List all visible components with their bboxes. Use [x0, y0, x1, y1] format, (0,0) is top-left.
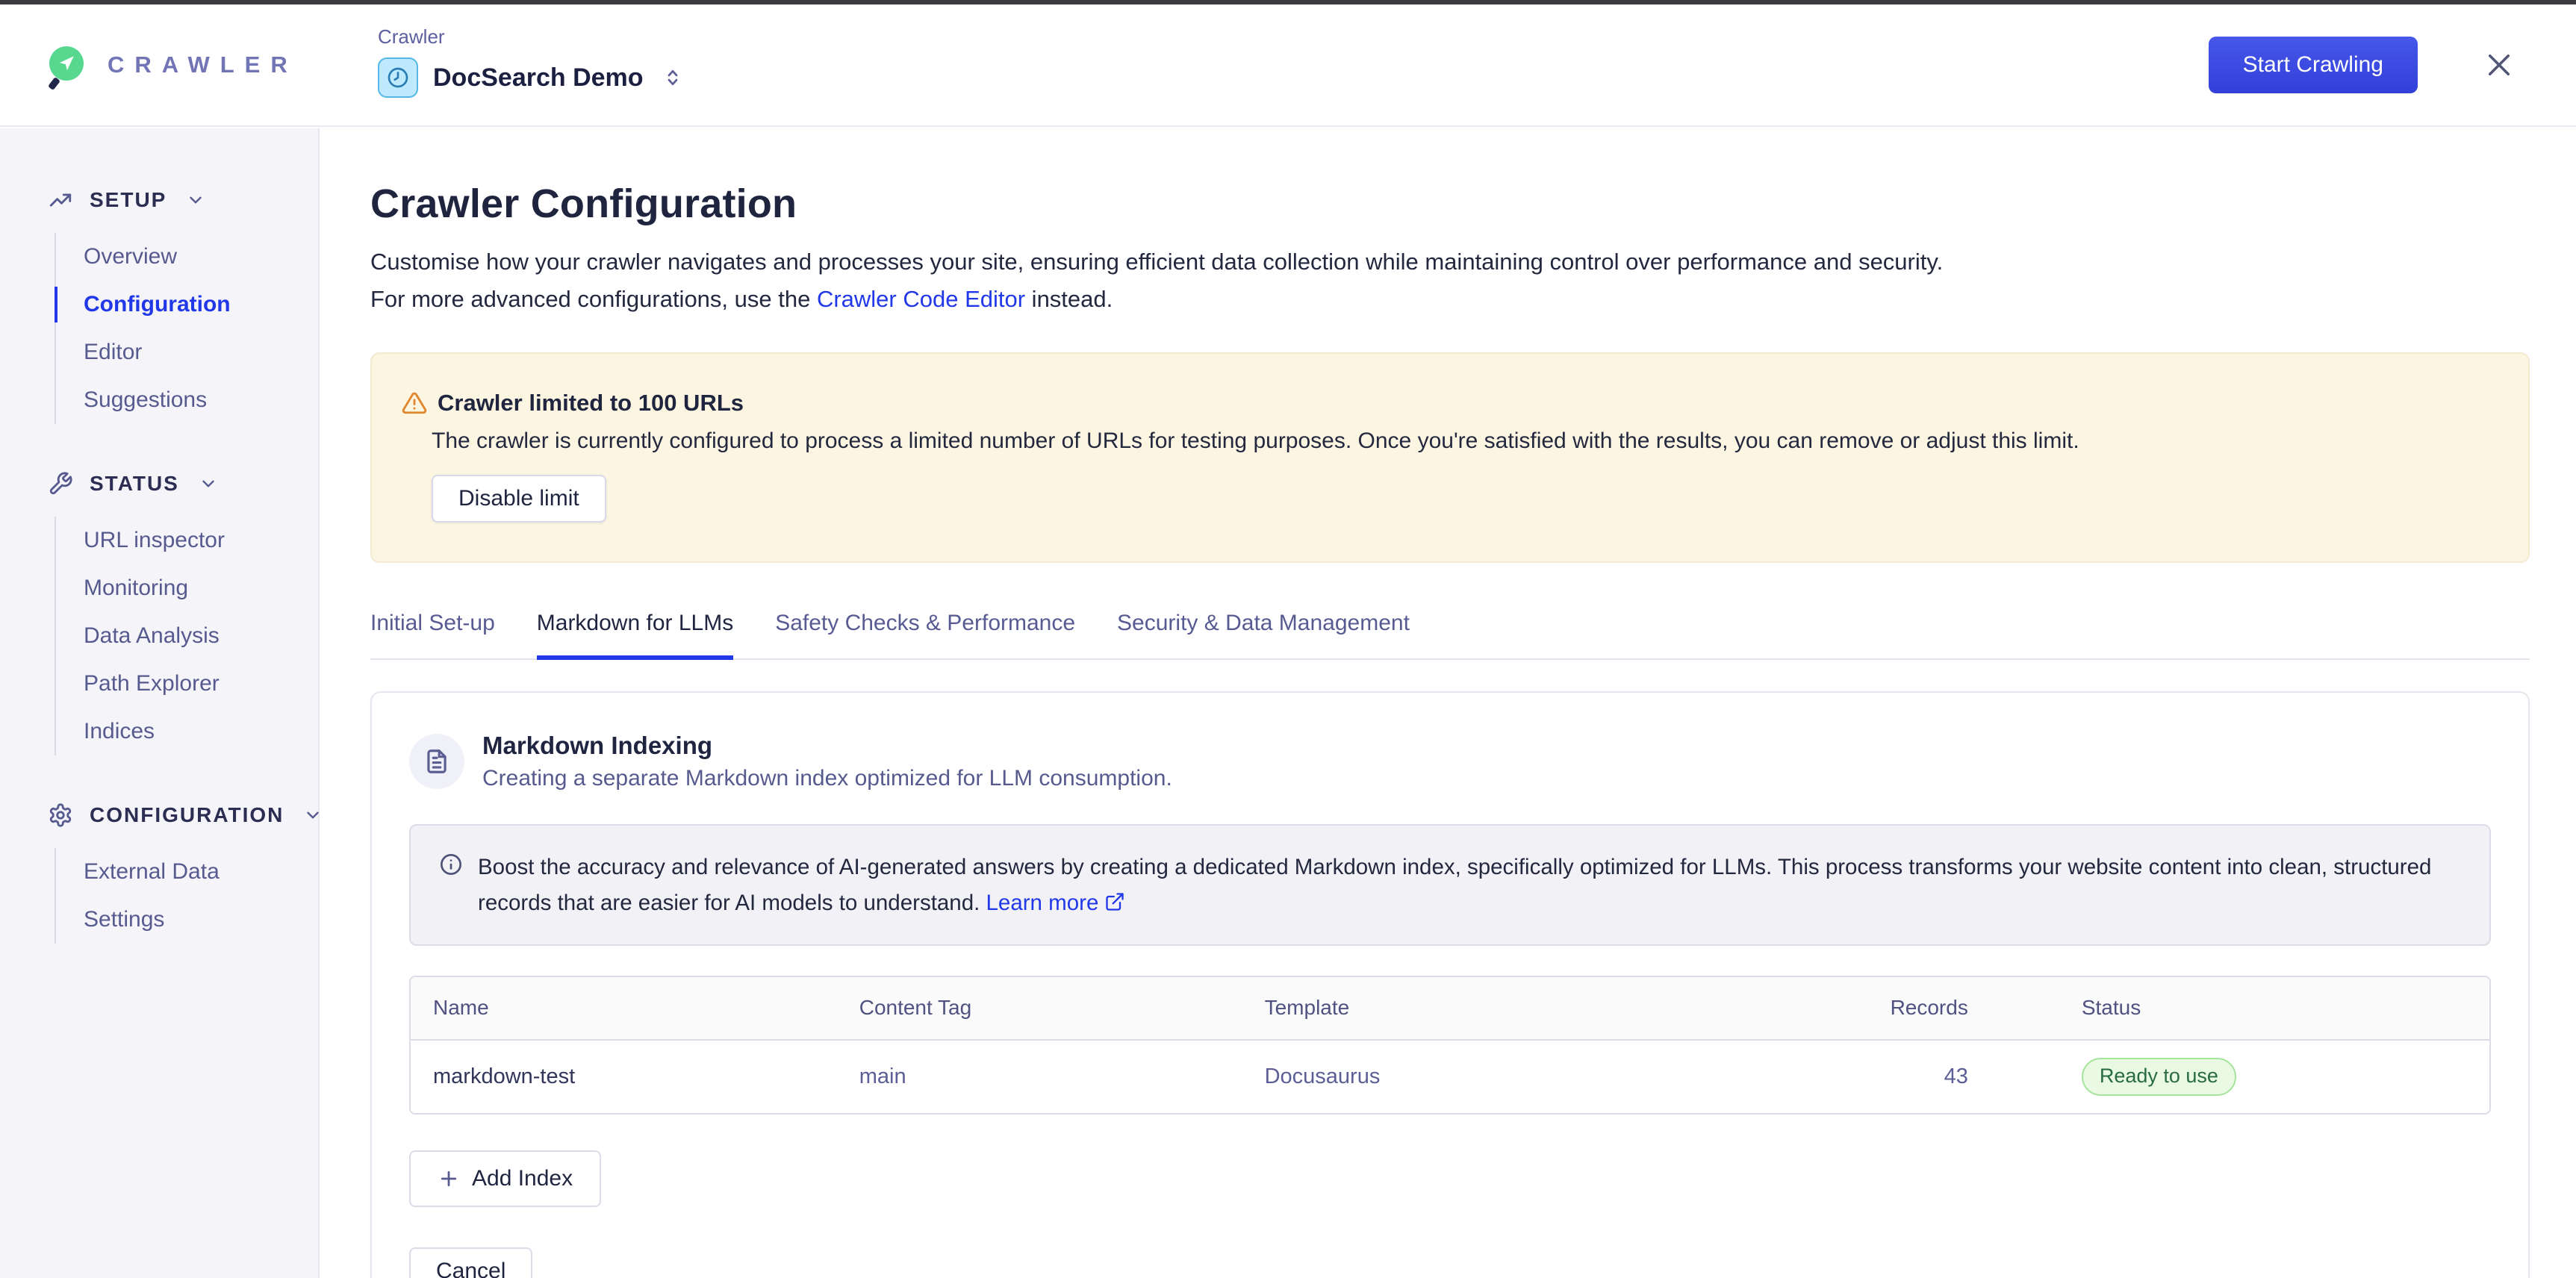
top-header: CRAWLER Crawler DocSearch Demo Start Cra… — [0, 4, 2576, 127]
tab-security-data-management[interactable]: Security & Data Management — [1117, 611, 1410, 658]
indexes-table: Name Content Tag Template Records Status… — [409, 976, 2491, 1115]
card-subtitle: Creating a separate Markdown index optim… — [482, 766, 1172, 791]
warning-triangle-icon — [402, 390, 427, 416]
status-badge: Ready to use — [2082, 1058, 2236, 1096]
sidebar-item-overview[interactable]: Overview — [84, 233, 318, 281]
cell-records: 43 — [1741, 1040, 1991, 1113]
column-status: Status — [1991, 977, 2489, 1040]
tab-initial-set-up[interactable]: Initial Set-up — [370, 611, 495, 658]
plus-icon — [438, 1168, 460, 1190]
logo-navigation-icon — [49, 46, 87, 84]
card-title: Markdown Indexing — [482, 732, 1172, 760]
tab-safety-checks-performance[interactable]: Safety Checks & Performance — [775, 611, 1075, 658]
sidebar-item-monitoring[interactable]: Monitoring — [84, 564, 318, 612]
sidebar-item-suggestions[interactable]: Suggestions — [84, 376, 318, 424]
chevrons-up-down-icon — [662, 66, 684, 89]
column-content-tag: Content Tag — [837, 977, 1242, 1040]
warning-body: The crawler is currently configured to p… — [432, 428, 2486, 454]
info-text: Boost the accuracy and relevance of AI-g… — [478, 850, 2461, 920]
learn-more-link[interactable]: Learn more — [986, 891, 1099, 915]
page-description-line2: For more advanced configurations, use th… — [370, 281, 2530, 318]
sidebar-section-setup-header[interactable]: SETUP — [48, 184, 318, 216]
chevron-down-icon — [303, 805, 323, 825]
warning-title: Crawler limited to 100 URLs — [438, 390, 744, 417]
page-title: Crawler Configuration — [370, 181, 2530, 227]
wrench-icon — [48, 471, 73, 496]
sidebar-item-external-data[interactable]: External Data — [84, 848, 318, 896]
gear-icon — [48, 802, 73, 828]
crawler-selector-label: Crawler — [378, 25, 684, 49]
sidebar-item-path-explorer[interactable]: Path Explorer — [84, 660, 318, 708]
disable-limit-button[interactable]: Disable limit — [432, 475, 606, 523]
add-index-button[interactable]: Add Index — [409, 1150, 601, 1207]
main-content: Crawler Configuration Customise how your… — [321, 128, 2576, 1278]
cell-content-tag: main — [837, 1040, 1242, 1113]
cancel-button[interactable]: Cancel — [409, 1247, 532, 1278]
crawler-selector[interactable]: Crawler DocSearch Demo — [378, 25, 684, 98]
sidebar-item-settings[interactable]: Settings — [84, 896, 318, 944]
clock-icon — [378, 57, 418, 98]
trending-up-icon — [48, 187, 73, 213]
crawler-selector-value: DocSearch Demo — [433, 63, 644, 93]
table-header-row: Name Content Tag Template Records Status — [411, 977, 2489, 1040]
close-icon[interactable] — [2483, 49, 2515, 81]
sidebar: SETUP Overview Configuration Editor Sugg… — [0, 128, 320, 1278]
cell-status: Ready to use — [1991, 1040, 2489, 1113]
sidebar-item-url-inspector[interactable]: URL inspector — [84, 517, 318, 564]
external-link-icon — [1104, 891, 1125, 912]
column-records: Records — [1741, 977, 1991, 1040]
page-description-line1: Customise how your crawler navigates and… — [370, 243, 2530, 281]
sidebar-item-indices[interactable]: Indices — [84, 708, 318, 755]
url-limit-warning-banner: Crawler limited to 100 URLs The crawler … — [370, 352, 2530, 563]
sidebar-section-setup: SETUP Overview Configuration Editor Sugg… — [48, 184, 318, 424]
sidebar-section-status: STATUS URL inspector Monitoring Data Ana… — [48, 467, 318, 755]
page-description: Customise how your crawler navigates and… — [370, 243, 2530, 318]
config-tabs: Initial Set-up Markdown for LLMs Safety … — [370, 611, 2530, 660]
sidebar-item-editor[interactable]: Editor — [84, 328, 318, 376]
start-crawling-button[interactable]: Start Crawling — [2209, 37, 2418, 93]
sidebar-section-configuration: CONFIGURATION External Data Settings — [48, 799, 318, 944]
cell-template: Docusaurus — [1242, 1040, 1741, 1113]
sidebar-section-configuration-header[interactable]: CONFIGURATION — [48, 799, 318, 832]
sidebar-item-configuration[interactable]: Configuration — [84, 281, 318, 328]
app-logo: CRAWLER — [49, 46, 298, 84]
chevron-down-icon — [186, 190, 205, 210]
logo-text: CRAWLER — [108, 52, 298, 78]
markdown-indexing-card: Markdown Indexing Creating a separate Ma… — [370, 691, 2530, 1278]
table-row[interactable]: markdown-test main Docusaurus 43 Ready t… — [411, 1040, 2489, 1113]
cell-name: markdown-test — [411, 1040, 837, 1113]
sidebar-section-status-header[interactable]: STATUS — [48, 467, 318, 500]
chevron-down-icon — [199, 474, 218, 493]
sidebar-item-data-analysis[interactable]: Data Analysis — [84, 612, 318, 660]
column-name: Name — [411, 977, 837, 1040]
markdown-info-box: Boost the accuracy and relevance of AI-g… — [409, 824, 2491, 945]
crawler-code-editor-link[interactable]: Crawler Code Editor — [817, 286, 1025, 312]
file-text-icon — [409, 734, 464, 789]
info-circle-icon — [439, 852, 463, 920]
column-template: Template — [1242, 977, 1741, 1040]
tab-markdown-for-llms[interactable]: Markdown for LLMs — [537, 611, 733, 658]
crawler-app: CRAWLER Crawler DocSearch Demo Start Cra… — [0, 0, 2576, 1278]
